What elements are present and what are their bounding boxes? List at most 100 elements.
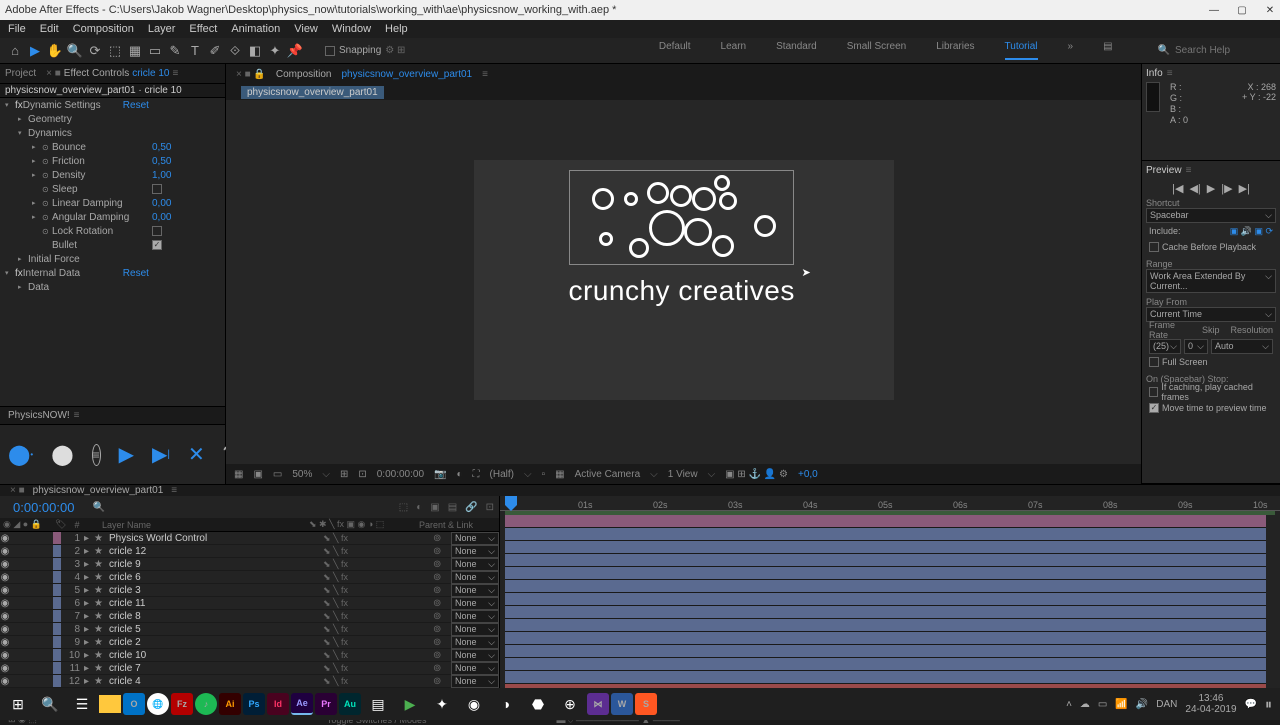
layer-row[interactable]: ◉7▸★cricle 8⬊ ╲ fx⊚None⌵ <box>0 610 499 623</box>
tb-app4-icon[interactable]: ◑ <box>491 689 521 719</box>
menu-effect[interactable]: Effect <box>189 23 217 35</box>
menu-composition[interactable]: Composition <box>73 23 134 35</box>
bounce-value[interactable]: 0,50 <box>152 142 171 153</box>
pickwhip-icon[interactable]: ⊚ <box>433 624 451 635</box>
time-display[interactable]: 0:00:00:00 <box>377 469 424 480</box>
pickwhip-icon[interactable]: ⊚ <box>433 546 451 557</box>
comp-breadcrumb[interactable]: physicsnow_overview_part01 <box>241 86 384 99</box>
vc-guide-icon[interactable]: ⊡ <box>358 469 366 480</box>
parent-dropdown[interactable]: None⌵ <box>451 558 499 571</box>
first-frame-icon[interactable]: |◀ <box>1172 182 1183 195</box>
prop-data[interactable]: Data <box>28 282 128 293</box>
cache-checkbox[interactable] <box>1149 242 1159 252</box>
pvres-dropdown[interactable]: Auto⌵ <box>1211 339 1273 354</box>
layer-color-label[interactable] <box>53 558 61 570</box>
parent-dropdown[interactable]: None⌵ <box>451 584 499 597</box>
rect-tool-icon[interactable]: ▭ <box>145 41 165 61</box>
physics-play-icon[interactable]: ▶ <box>119 442 134 468</box>
layer-row[interactable]: ◉11▸★cricle 7⬊ ╲ fx⊚None⌵ <box>0 662 499 675</box>
maximize-button[interactable]: ▢ <box>1237 5 1247 15</box>
pickwhip-icon[interactable]: ⊚ <box>433 559 451 570</box>
pickwhip-icon[interactable]: ⊚ <box>433 676 451 687</box>
menu-layer[interactable]: Layer <box>148 23 176 35</box>
shortcut-dropdown[interactable]: Spacebar⌵ <box>1146 208 1276 223</box>
layer-color-label[interactable] <box>53 662 61 674</box>
layer-row[interactable]: ◉12▸★cricle 4⬊ ╲ fx⊚None⌵ <box>0 675 499 688</box>
parent-dropdown[interactable]: None⌵ <box>451 610 499 623</box>
layer-track-bar[interactable] <box>505 580 1266 593</box>
rotate-tool-icon[interactable]: ⬚ <box>105 41 125 61</box>
reset-link[interactable]: Reset <box>123 100 149 111</box>
layer-name[interactable]: cricle 9 <box>106 559 323 570</box>
prev-frame-icon[interactable]: ◀| <box>1189 182 1200 195</box>
col-layer-header[interactable]: Layer Name <box>87 520 309 530</box>
outlook-icon[interactable]: O <box>123 693 145 715</box>
visibility-toggle[interactable]: ◉ <box>0 611 10 622</box>
physics-gravity-icon[interactable]: ⬤ <box>51 442 73 468</box>
home-icon[interactable]: ⌂ <box>5 41 25 61</box>
layer-color-label[interactable] <box>53 636 61 648</box>
layer-name[interactable]: cricle 12 <box>106 546 323 557</box>
search-taskbar-icon[interactable]: 🔍 <box>35 689 65 719</box>
layer-track-bar[interactable] <box>505 567 1266 580</box>
sleep-checkbox[interactable] <box>152 184 162 194</box>
layer-color-label[interactable] <box>53 532 61 544</box>
physics-step-icon[interactable]: ▶| <box>152 442 170 468</box>
fullscreen-checkbox[interactable] <box>1149 357 1159 367</box>
tb-app5-icon[interactable]: ⬣ <box>523 689 553 719</box>
prop-sleep[interactable]: Sleep <box>52 184 152 195</box>
pickwhip-icon[interactable]: ⊚ <box>433 533 451 544</box>
ps-icon[interactable]: Ps <box>243 693 265 715</box>
type-tool-icon[interactable]: T <box>185 41 205 61</box>
visibility-toggle[interactable]: ◉ <box>0 637 10 648</box>
menu-view[interactable]: View <box>294 23 318 35</box>
pickwhip-icon[interactable]: ⊚ <box>433 572 451 583</box>
layer-track-bar[interactable] <box>505 606 1266 619</box>
layer-name[interactable]: cricle 5 <box>106 624 323 635</box>
tl-tool-icon5[interactable]: 🔗 <box>465 502 477 513</box>
pickwhip-icon[interactable]: ⊚ <box>433 611 451 622</box>
tray-notif-icon[interactable]: 💬 <box>1245 699 1257 710</box>
layer-switches[interactable]: ⬊ ╲ fx <box>323 546 433 557</box>
caching-checkbox[interactable] <box>1149 387 1158 397</box>
selection-tool-icon[interactable]: ▶ <box>25 41 45 61</box>
ws-standard[interactable]: Standard <box>776 41 817 60</box>
time-ruler[interactable]: 01s 02s 03s 04s 05s 06s 07s 08s 09s 10s <box>500 496 1280 511</box>
timeline-tab[interactable]: physicsnow_overview_part01 <box>33 485 164 496</box>
visibility-toggle[interactable]: ◉ <box>0 663 10 674</box>
snapping-opts-icon[interactable]: ⚙ ⊞ <box>385 45 405 56</box>
prop-lock-rotation[interactable]: Lock Rotation <box>52 226 152 237</box>
parent-dropdown[interactable]: None⌵ <box>451 662 499 675</box>
tl-tool-icon3[interactable]: ▣ <box>430 502 439 513</box>
layer-track-bar[interactable] <box>505 658 1266 671</box>
res-dropdown[interactable]: (Half) <box>490 469 514 480</box>
zoom-value[interactable]: 50% <box>292 469 312 480</box>
layer-track-bar[interactable] <box>505 632 1266 645</box>
ws-libraries[interactable]: Libraries <box>936 41 974 60</box>
layer-switches[interactable]: ⬊ ╲ fx <box>323 533 433 544</box>
layer-track-bar[interactable] <box>505 554 1266 567</box>
layer-color-label[interactable] <box>53 545 61 557</box>
comp-tab-name[interactable]: physicsnow_overview_part01 <box>341 69 472 80</box>
tray-up-icon[interactable]: ˄ <box>1066 699 1072 710</box>
tb-app3-icon[interactable]: ◉ <box>459 689 489 719</box>
layer-switches[interactable]: ⬊ ╲ fx <box>323 624 433 635</box>
parent-dropdown[interactable]: None⌵ <box>451 636 499 649</box>
layer-name[interactable]: cricle 8 <box>106 611 323 622</box>
layer-switches[interactable]: ⬊ ╲ fx <box>323 611 433 622</box>
tray-wifi-icon[interactable]: 📶 <box>1115 699 1127 710</box>
puppet-tool-icon[interactable]: 📌 <box>285 41 305 61</box>
explorer-icon[interactable] <box>99 695 121 713</box>
include-icons[interactable]: ▣ 🔊 ▣ ⟳ <box>1230 226 1273 237</box>
vs-icon[interactable]: ⋈ <box>587 693 609 715</box>
brush-tool-icon[interactable]: ✐ <box>205 41 225 61</box>
ws-default[interactable]: Default <box>659 41 691 60</box>
physics-clear-icon[interactable]: ✕ <box>188 442 205 468</box>
vc-3d-icon[interactable]: ▣ ⊞ ⚓ 👤 ⚙ <box>725 469 788 480</box>
lindamp-value[interactable]: 0,00 <box>152 198 171 209</box>
minimize-button[interactable]: — <box>1209 5 1219 15</box>
layer-switches[interactable]: ⬊ ╲ fx <box>323 598 433 609</box>
visibility-toggle[interactable]: ◉ <box>0 572 10 583</box>
vc-mask-icon[interactable]: ▣ <box>253 469 262 480</box>
layer-switches[interactable]: ⬊ ╲ fx <box>323 572 433 583</box>
